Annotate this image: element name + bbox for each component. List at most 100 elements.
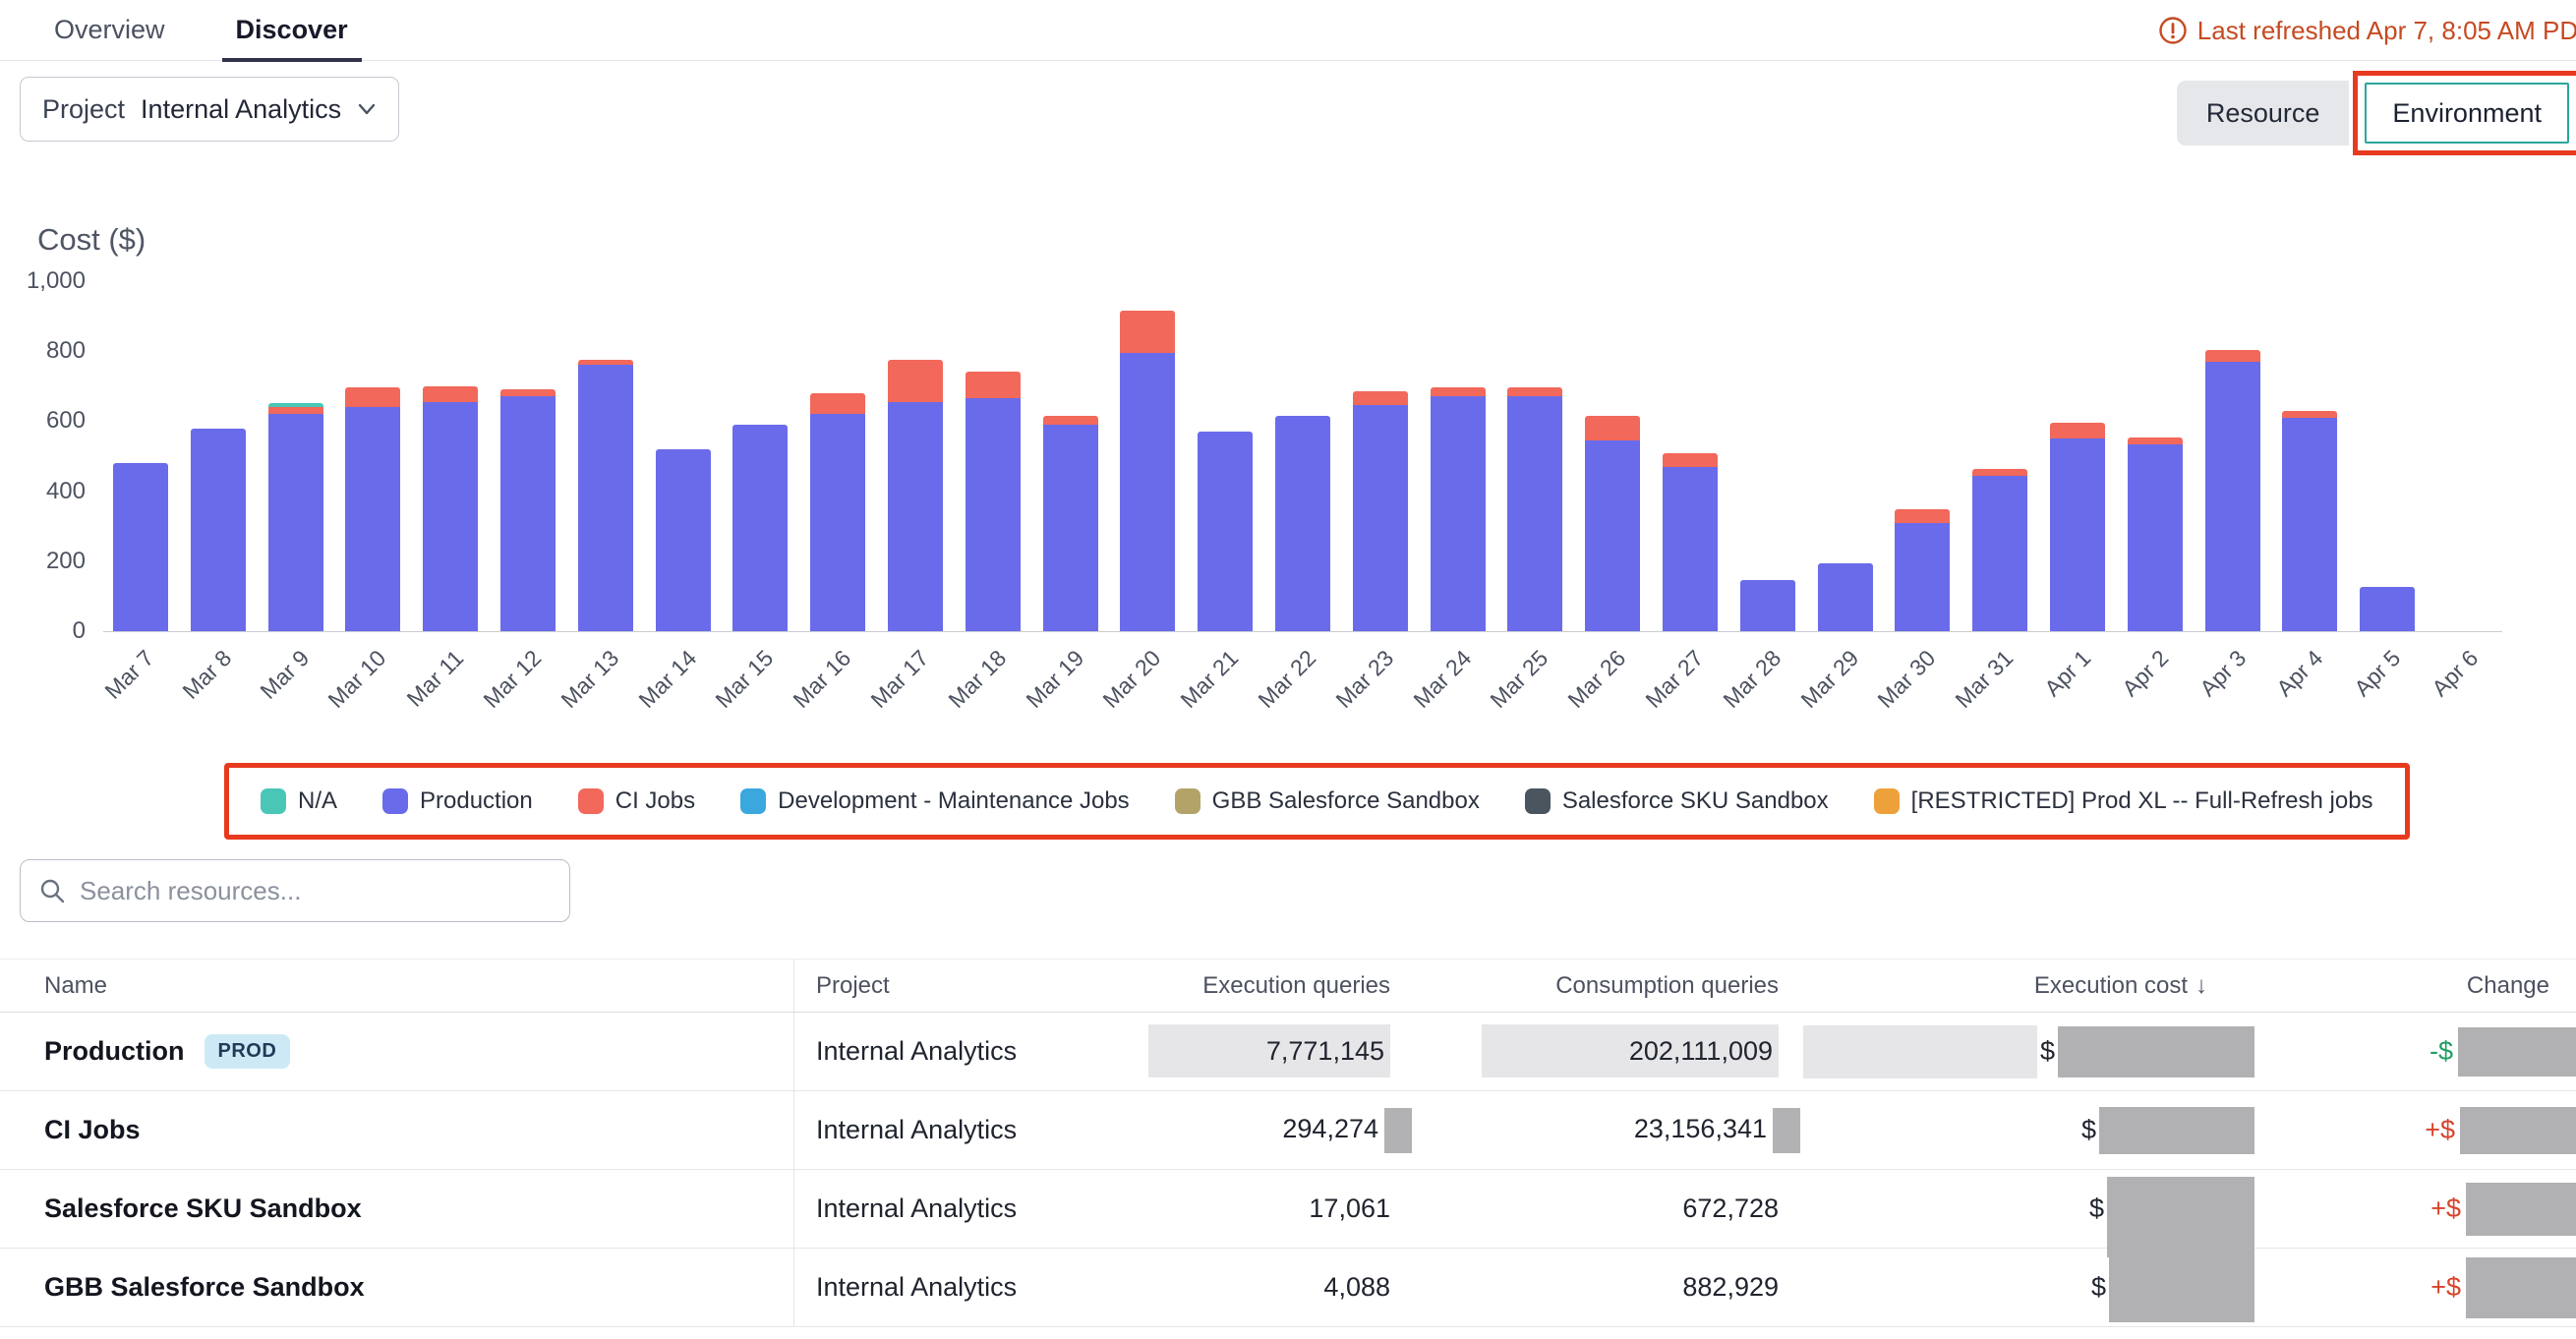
- project-select-label: Project: [42, 94, 125, 125]
- legend-swatch: [1525, 788, 1551, 814]
- segment-production: [2205, 362, 2260, 631]
- segment-production: [1585, 440, 1640, 631]
- bar-mar-13[interactable]: [578, 360, 633, 631]
- bar-mar-19[interactable]: [1043, 416, 1098, 631]
- segment-production: [423, 402, 478, 631]
- legend-item-na[interactable]: N/A: [261, 787, 337, 815]
- change-sign-positive: +$: [2430, 1272, 2461, 1303]
- x-axis-label: Mar 31: [1923, 645, 2019, 740]
- bar-apr-3[interactable]: [2205, 350, 2260, 631]
- segment-production: [500, 396, 556, 631]
- column-header-execution-cost-label: Execution cost: [2034, 972, 2188, 1000]
- bar-mar-16[interactable]: [810, 393, 865, 631]
- y-axis-tick: 1,000: [27, 267, 86, 295]
- column-header-execution-cost[interactable]: Execution cost ↓: [1792, 972, 2215, 1000]
- prod-badge: PROD: [205, 1034, 291, 1069]
- bar-mar-30[interactable]: [1895, 509, 1950, 631]
- bar-mar-11[interactable]: [423, 386, 478, 631]
- segment-ci-jobs: [1663, 453, 1718, 467]
- segment-production: [2050, 438, 2105, 631]
- environment-toggle-button[interactable]: Environment: [2365, 83, 2569, 144]
- x-axis-label: Mar 7: [64, 645, 159, 740]
- x-axis-label: Mar 12: [451, 645, 547, 740]
- resource-toggle-button[interactable]: Resource: [2177, 81, 2350, 146]
- bar-mar-28[interactable]: [1740, 580, 1795, 631]
- bar-apr-5[interactable]: [2360, 587, 2415, 631]
- bar-mar-24[interactable]: [1431, 387, 1486, 631]
- bar-mar-20[interactable]: [1120, 311, 1175, 631]
- segment-production: [2128, 444, 2183, 631]
- legend-item-production[interactable]: Production: [382, 787, 533, 815]
- project-cell: Internal Analytics: [794, 1193, 1109, 1224]
- bar-mar-17[interactable]: [888, 360, 943, 631]
- search-input[interactable]: [80, 876, 552, 906]
- bar-mar-14[interactable]: [656, 449, 711, 631]
- legend-label: [RESTRICTED] Prod XL -- Full-Refresh job…: [1911, 787, 2373, 815]
- search-icon: [38, 877, 66, 904]
- bar-mar-26[interactable]: [1585, 416, 1640, 631]
- legend-label: Salesforce SKU Sandbox: [1562, 787, 1829, 815]
- tab-discover[interactable]: Discover: [236, 0, 348, 61]
- bar-mar-21[interactable]: [1198, 432, 1253, 631]
- table-row-salesforce-sku-sandbox[interactable]: Salesforce SKU Sandbox Internal Analytic…: [0, 1170, 2576, 1249]
- segment-production: [2360, 587, 2415, 631]
- column-header-change[interactable]: Change: [2215, 972, 2576, 1000]
- consumption-queries-cell: 882,929: [1404, 1272, 1792, 1303]
- legend-swatch: [1175, 788, 1200, 814]
- segment-ci-jobs: [2205, 350, 2260, 362]
- segment-production: [1043, 425, 1098, 631]
- bar-mar-25[interactable]: [1507, 387, 1562, 631]
- bar-mar-27[interactable]: [1663, 453, 1718, 631]
- bar-mar-10[interactable]: [345, 387, 400, 631]
- bar-apr-4[interactable]: [2282, 411, 2337, 631]
- legend-item-gbb-salesforce-sandbox[interactable]: GBB Salesforce Sandbox: [1175, 787, 1480, 815]
- legend-item-salesforce-sku-sandbox[interactable]: Salesforce SKU Sandbox: [1525, 787, 1829, 815]
- column-header-project[interactable]: Project: [794, 972, 1109, 1000]
- x-axis-label: Mar 28: [1691, 645, 1786, 740]
- chart-plot: 1,0008006004002000Mar 7Mar 8Mar 9Mar 10M…: [103, 282, 2502, 632]
- segment-ci-jobs: [1043, 416, 1098, 425]
- segment-ci-jobs: [1120, 311, 1175, 353]
- bar-mar-7[interactable]: [113, 463, 168, 631]
- column-header-execution-queries[interactable]: Execution queries: [1109, 972, 1404, 1000]
- tab-overview[interactable]: Overview: [54, 0, 165, 61]
- column-header-consumption-queries[interactable]: Consumption queries: [1404, 972, 1792, 1000]
- execution-queries-cell: 7,771,145: [1109, 1036, 1404, 1067]
- segment-production: [966, 398, 1021, 631]
- table-row-production[interactable]: Production PROD Internal Analytics 7,771…: [0, 1013, 2576, 1091]
- bar-mar-15[interactable]: [732, 425, 788, 631]
- bar-mar-23[interactable]: [1353, 391, 1408, 631]
- segment-ci-jobs: [500, 389, 556, 396]
- project-select-dropdown[interactable]: Project Internal Analytics: [20, 77, 399, 142]
- bar-mar-8[interactable]: [191, 429, 246, 631]
- bar-mar-22[interactable]: [1275, 416, 1330, 631]
- column-header-name[interactable]: Name: [0, 960, 794, 1012]
- legend-item-development-maintenance-jobs[interactable]: Development - Maintenance Jobs: [740, 787, 1130, 815]
- bar-apr-2[interactable]: [2128, 437, 2183, 631]
- segment-ci-jobs: [1507, 387, 1562, 396]
- bar-mar-18[interactable]: [966, 372, 1021, 631]
- change-cell: +$: [2215, 1257, 2576, 1318]
- cost-currency-prefix: $: [2089, 1193, 2104, 1224]
- x-axis-label: Mar 11: [374, 645, 469, 740]
- bar-mar-9[interactable]: [268, 403, 323, 631]
- legend-swatch: [382, 788, 408, 814]
- segment-production: [1895, 523, 1950, 631]
- bar-apr-1[interactable]: [2050, 423, 2105, 631]
- segment-production: [1431, 396, 1486, 631]
- legend-item-restricted-prod-xl[interactable]: [RESTRICTED] Prod XL -- Full-Refresh job…: [1874, 787, 2373, 815]
- bar-mar-31[interactable]: [1972, 469, 2027, 631]
- table-row-gbb-salesforce-sandbox[interactable]: GBB Salesforce Sandbox Internal Analytic…: [0, 1249, 2576, 1327]
- bar-mar-12[interactable]: [500, 389, 556, 631]
- segment-production: [191, 429, 246, 631]
- legend-item-ci-jobs[interactable]: CI Jobs: [578, 787, 695, 815]
- segment-ci-jobs: [1972, 469, 2027, 476]
- bar-mar-29[interactable]: [1818, 563, 1873, 631]
- segment-ci-jobs: [888, 360, 943, 402]
- change-sign-negative: -$: [2430, 1036, 2453, 1067]
- table-row-ci-jobs[interactable]: CI Jobs Internal Analytics 294,274 23,15…: [0, 1091, 2576, 1170]
- segment-production: [268, 414, 323, 631]
- legend-label: Production: [420, 787, 533, 815]
- legend-label: N/A: [298, 787, 337, 815]
- segment-ci-jobs: [1585, 416, 1640, 440]
